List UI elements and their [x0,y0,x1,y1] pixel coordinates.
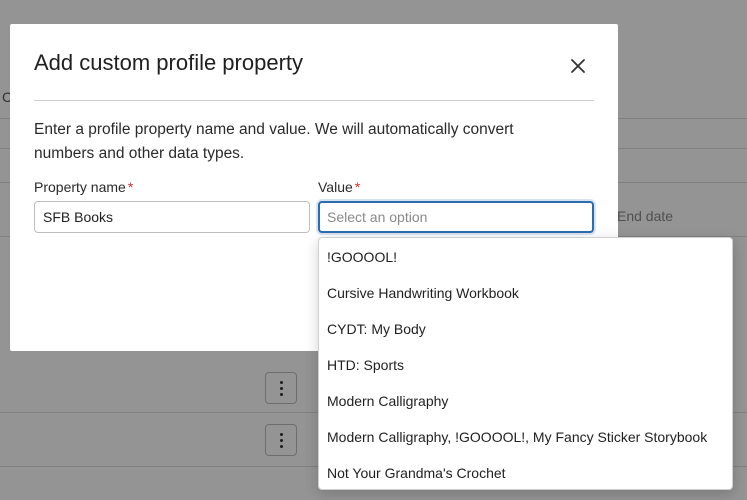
dropdown-option[interactable]: Cursive Handwriting Workbook [319,275,732,311]
property-name-label: Property name * [34,179,133,195]
modal-title: Add custom profile property [34,50,304,75]
modal-description: Enter a profile property name and value.… [34,121,514,162]
dropdown-option[interactable]: Modern Calligraphy [319,383,732,419]
dropdown-option[interactable]: CYDT: My Body [319,311,732,347]
required-marker: * [127,179,134,195]
value-options-dropdown: !GOOOOL! Cursive Handwriting Workbook CY… [318,237,733,490]
dropdown-option[interactable]: HTD: Sports [319,347,732,383]
value-label: Value * [318,179,360,195]
close-icon [571,59,585,73]
value-select-input[interactable] [318,201,594,233]
property-name-label-text: Property name [34,179,126,195]
required-marker: * [354,179,361,195]
dropdown-option[interactable]: !GOOOOL! [319,239,732,275]
dropdown-option[interactable]: Modern Calligraphy, !GOOOOL!, My Fancy S… [319,419,732,455]
property-name-input[interactable] [34,201,310,233]
value-label-text: Value [318,179,353,195]
dropdown-option[interactable]: Not Your Grandma's Crochet [319,455,732,491]
modal-divider [34,100,594,101]
close-button[interactable] [566,54,590,78]
